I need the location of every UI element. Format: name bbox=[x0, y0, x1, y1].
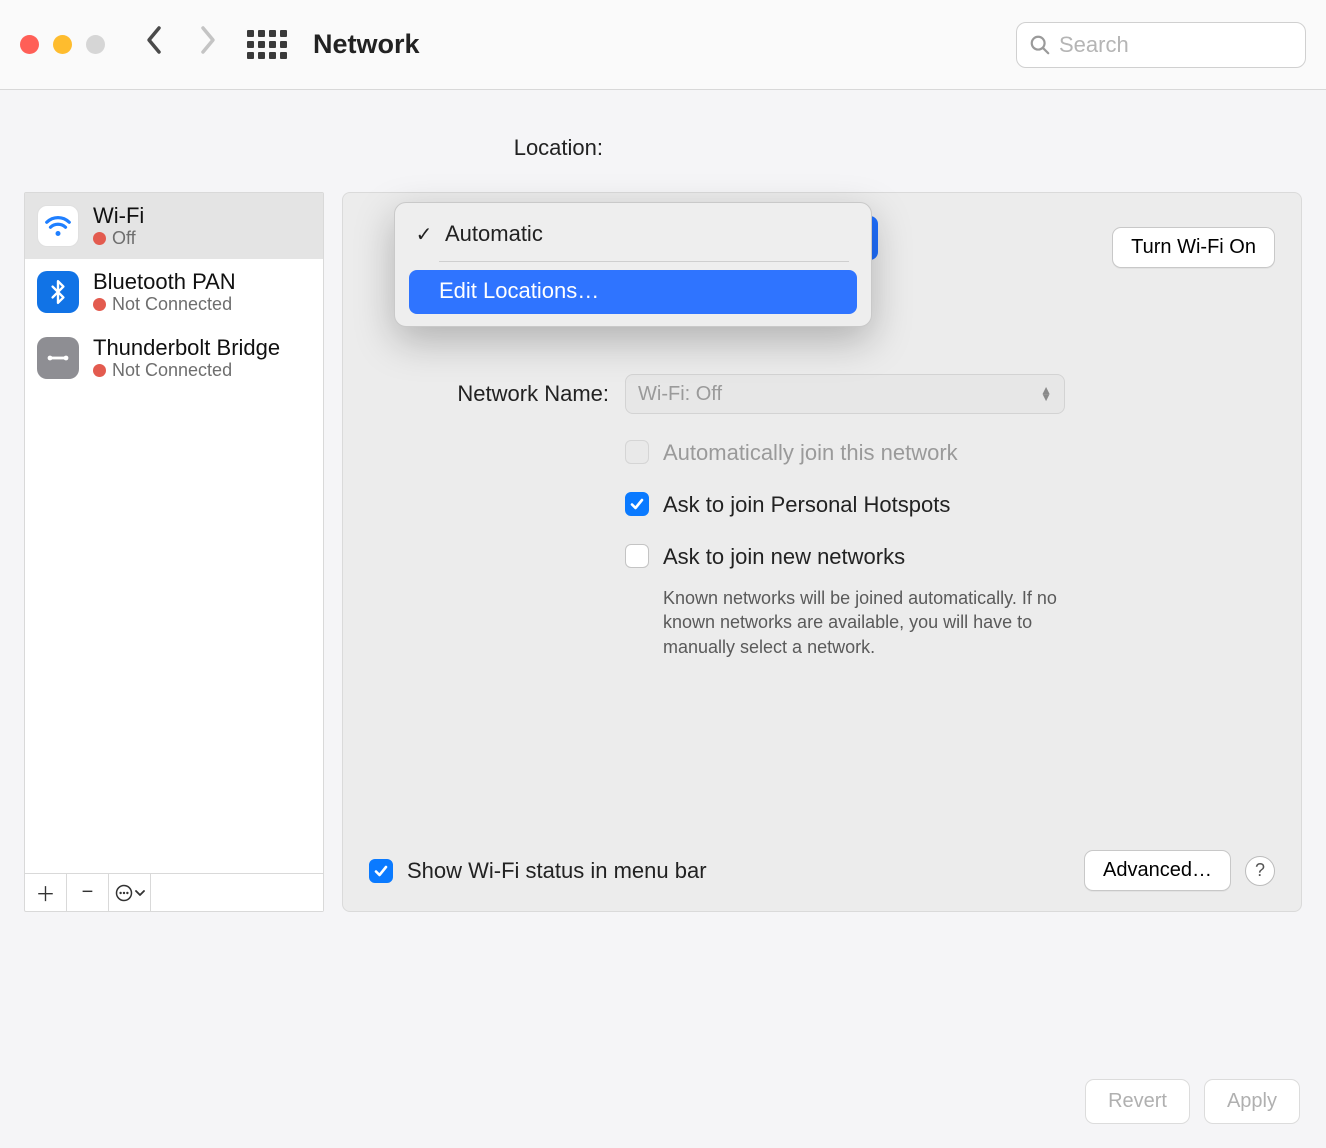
menu-separator bbox=[439, 261, 849, 262]
ask-new-hint: Known networks will be joined automatica… bbox=[663, 586, 1093, 659]
bottom-buttons: Revert Apply bbox=[1085, 1079, 1300, 1124]
nav-buttons bbox=[145, 25, 217, 64]
status-dot-icon bbox=[93, 232, 106, 245]
close-window-button[interactable] bbox=[20, 35, 39, 54]
sidebar-item-status: Off bbox=[93, 228, 144, 249]
plus-icon: ＋ bbox=[36, 878, 56, 907]
ask-new-row: Ask to join new networks bbox=[625, 544, 1275, 570]
auto-join-checkbox bbox=[625, 440, 649, 464]
location-menu-item-label: Automatic bbox=[445, 221, 543, 247]
search-icon bbox=[1029, 34, 1051, 56]
forward-button bbox=[199, 25, 217, 64]
auto-join-label: Automatically join this network bbox=[663, 440, 958, 466]
personal-hotspots-row: Ask to join Personal Hotspots bbox=[625, 492, 1275, 518]
sidebar-item-label: Thunderbolt Bridge bbox=[93, 335, 280, 360]
status-dot-icon bbox=[93, 364, 106, 377]
ellipsis-circle-icon bbox=[115, 884, 133, 902]
network-name-label: Network Name: bbox=[369, 381, 609, 407]
network-name-row: Network Name: Wi-Fi: Off ▲▼ bbox=[369, 374, 1275, 414]
sidebar-item-status: Not Connected bbox=[93, 360, 280, 381]
location-menu-item-label: Edit Locations… bbox=[439, 278, 599, 304]
ask-new-label: Ask to join new networks bbox=[663, 544, 905, 570]
checkmark-icon bbox=[629, 496, 645, 512]
advanced-button[interactable]: Advanced… bbox=[1084, 850, 1231, 891]
remove-interface-button[interactable]: − bbox=[67, 874, 109, 911]
show-menubar-label: Show Wi-Fi status in menu bar bbox=[407, 858, 707, 884]
network-name-select[interactable]: Wi-Fi: Off ▲▼ bbox=[625, 374, 1065, 414]
minus-icon: − bbox=[82, 881, 94, 904]
network-name-value: Wi-Fi: Off bbox=[638, 383, 722, 406]
search-input[interactable] bbox=[1059, 32, 1326, 58]
chevron-down-icon bbox=[135, 888, 145, 898]
sidebar-item-status: Not Connected bbox=[93, 294, 236, 315]
back-button[interactable] bbox=[145, 25, 163, 64]
personal-hotspots-label: Ask to join Personal Hotspots bbox=[663, 492, 950, 518]
add-interface-button[interactable]: ＋ bbox=[25, 874, 67, 911]
sidebar-item-wifi[interactable]: Wi-Fi Off bbox=[25, 193, 323, 259]
page-title: Network bbox=[313, 29, 1016, 60]
sidebar-footer: ＋ − bbox=[25, 873, 323, 911]
bluetooth-icon bbox=[37, 271, 79, 313]
location-menu: ✓ Automatic Edit Locations… bbox=[394, 202, 872, 327]
detail-footer: Show Wi-Fi status in menu bar Advanced… … bbox=[369, 830, 1275, 891]
zoom-window-button[interactable] bbox=[86, 35, 105, 54]
wifi-icon bbox=[37, 205, 79, 247]
sidebar-item-label: Bluetooth PAN bbox=[93, 269, 236, 294]
toolbar: Network bbox=[0, 0, 1326, 90]
checkmark-icon bbox=[373, 863, 389, 879]
show-menubar-checkbox[interactable] bbox=[369, 859, 393, 883]
sidebar-item-label: Wi-Fi bbox=[93, 203, 144, 228]
interfaces-sidebar: Wi-Fi Off Bluetooth PAN Not Connected bbox=[24, 192, 324, 912]
interfaces-list: Wi-Fi Off Bluetooth PAN Not Connected bbox=[25, 193, 323, 873]
location-row: Location: bbox=[24, 110, 1302, 192]
window-controls bbox=[20, 35, 105, 54]
personal-hotspots-checkbox[interactable] bbox=[625, 492, 649, 516]
updown-stepper-icon: ▲▼ bbox=[1040, 387, 1052, 400]
auto-join-row: Automatically join this network bbox=[625, 440, 1275, 466]
sidebar-item-bluetooth-pan[interactable]: Bluetooth PAN Not Connected bbox=[25, 259, 323, 325]
sidebar-item-thunderbolt-bridge[interactable]: Thunderbolt Bridge Not Connected bbox=[25, 325, 323, 391]
status-dot-icon bbox=[93, 298, 106, 311]
revert-button[interactable]: Revert bbox=[1085, 1079, 1190, 1124]
location-menu-item-automatic[interactable]: ✓ Automatic bbox=[403, 213, 863, 257]
location-label: Location: bbox=[243, 135, 603, 161]
checkmark-icon: ✓ bbox=[413, 222, 435, 247]
location-menu-item-edit[interactable]: Edit Locations… bbox=[409, 270, 857, 314]
search-field[interactable] bbox=[1016, 22, 1306, 68]
more-actions-button[interactable] bbox=[109, 874, 151, 911]
show-all-icon[interactable] bbox=[247, 30, 287, 59]
minimize-window-button[interactable] bbox=[53, 35, 72, 54]
sidebar-footer-filler bbox=[151, 874, 323, 911]
ask-new-checkbox[interactable] bbox=[625, 544, 649, 568]
apply-button[interactable]: Apply bbox=[1204, 1079, 1300, 1124]
toggle-wifi-button[interactable]: Turn Wi-Fi On bbox=[1112, 227, 1275, 268]
thunderbolt-bridge-icon bbox=[37, 337, 79, 379]
help-button[interactable]: ? bbox=[1245, 856, 1275, 886]
body: Location: Wi-Fi Off bbox=[0, 90, 1326, 1148]
